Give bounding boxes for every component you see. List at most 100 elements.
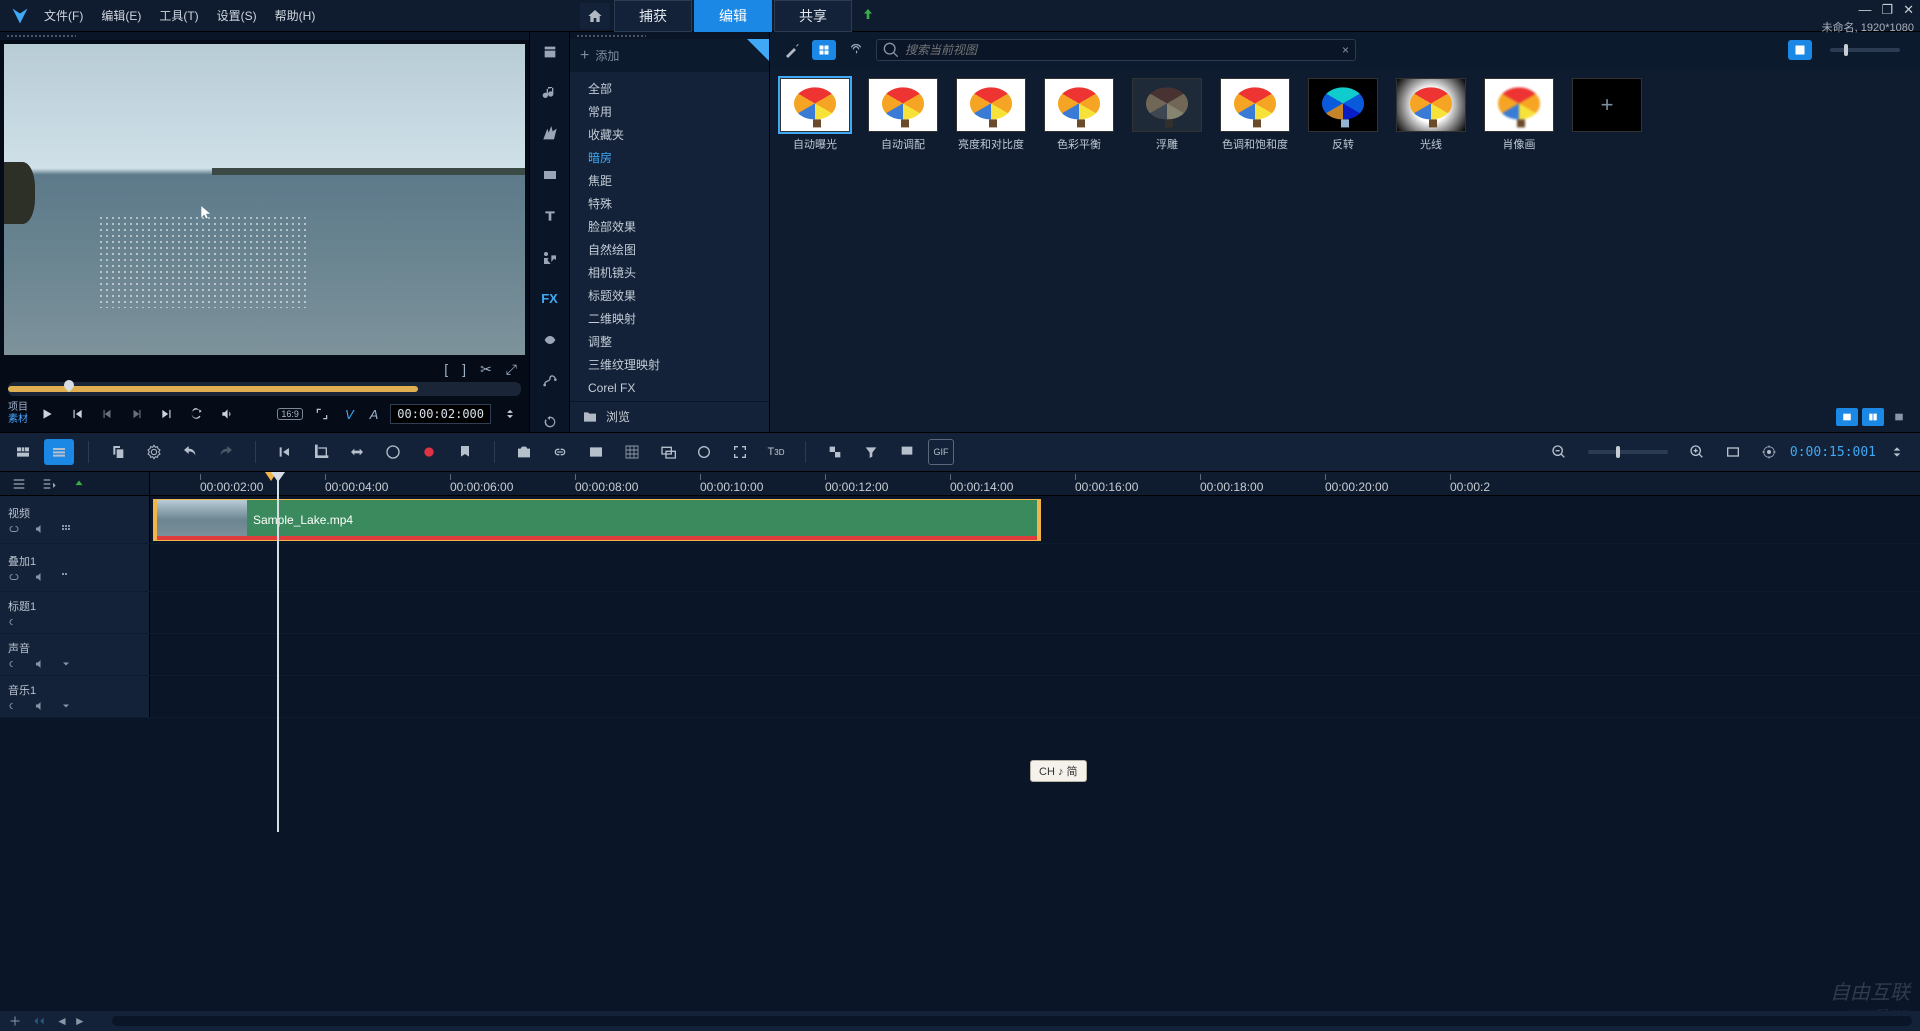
menu-help[interactable]: 帮助(H): [275, 7, 316, 24]
copy-icon[interactable]: [103, 439, 133, 465]
fx-thumb[interactable]: 肖像画: [1484, 78, 1554, 152]
fx-thumb[interactable]: 自动调配: [868, 78, 938, 152]
panel-blue-1-icon[interactable]: [1836, 408, 1858, 426]
fx-thumb[interactable]: 反转: [1308, 78, 1378, 152]
mode-tab-edit[interactable]: 编辑: [694, 0, 772, 32]
marker-icon[interactable]: [450, 439, 480, 465]
playhead[interactable]: [277, 472, 279, 832]
mute-icon[interactable]: [34, 658, 46, 670]
fx-thumb[interactable]: 色调和饱和度: [1220, 78, 1290, 152]
speed-icon[interactable]: [378, 439, 408, 465]
signal-icon[interactable]: [844, 40, 868, 60]
track-lane[interactable]: [150, 634, 1920, 675]
cat-common[interactable]: 常用: [570, 101, 769, 124]
timeline-ruler[interactable]: 00:00:02:00 00:00:04:00 00:00:06:00 00:0…: [150, 472, 1920, 495]
settings-icon[interactable]: [139, 439, 169, 465]
export-frame-icon[interactable]: [892, 439, 922, 465]
stretch-icon[interactable]: [342, 439, 372, 465]
wand-icon[interactable]: [780, 40, 804, 60]
preview-scrubber[interactable]: [8, 382, 521, 396]
go-start-button[interactable]: [66, 403, 88, 425]
tc-step-icon[interactable]: [1882, 439, 1912, 465]
step-fwd-button[interactable]: [126, 403, 148, 425]
redo-icon[interactable]: [211, 439, 241, 465]
loop-button[interactable]: [186, 403, 208, 425]
thumb-size-slider[interactable]: [1830, 48, 1900, 52]
play-button[interactable]: [36, 403, 58, 425]
pin-corner-icon[interactable]: [747, 39, 769, 61]
link-icon[interactable]: [8, 700, 20, 712]
storyboard-view-icon[interactable]: [8, 439, 38, 465]
scroll-next-icon[interactable]: ►: [74, 1014, 86, 1028]
lib-path-icon[interactable]: [538, 372, 562, 391]
lib-media-icon[interactable]: [538, 42, 562, 61]
link-icon[interactable]: [8, 658, 20, 670]
focus-icon[interactable]: [725, 439, 755, 465]
add-track-icon[interactable]: [8, 1015, 22, 1027]
overlay-box-icon[interactable]: [653, 439, 683, 465]
grid-icon[interactable]: [60, 523, 72, 535]
preview-mode-label[interactable]: 项目 素材: [8, 402, 28, 426]
cat-adjust[interactable]: 调整: [570, 331, 769, 354]
circle-icon[interactable]: [689, 439, 719, 465]
mark-in-icon[interactable]: [: [444, 361, 448, 378]
timeline-clip[interactable]: Sample_Lake.mp4: [153, 499, 1041, 541]
trim-in-icon[interactable]: [270, 439, 300, 465]
fx-thumb[interactable]: 色彩平衡: [1044, 78, 1114, 152]
menu-tools[interactable]: 工具(T): [159, 7, 198, 24]
mute-icon[interactable]: [34, 523, 46, 535]
cat-face[interactable]: 脸部效果: [570, 216, 769, 239]
mode-tab-share[interactable]: 共享: [774, 0, 852, 32]
link-icon[interactable]: [8, 571, 20, 583]
track-lane[interactable]: Sample_Lake.mp4: [150, 496, 1920, 543]
cat-favorites[interactable]: 收藏夹: [570, 124, 769, 147]
link-icon[interactable]: [8, 616, 20, 628]
panel-blue-2-icon[interactable]: [1862, 408, 1884, 426]
grid-icon[interactable]: [60, 571, 72, 583]
grid-view-icon[interactable]: [812, 40, 836, 60]
fx-thumb[interactable]: 自动曝光: [780, 78, 850, 152]
cat-darkroom[interactable]: 暗房: [570, 147, 769, 170]
add-label[interactable]: 添加: [595, 47, 619, 64]
mode-tab-capture[interactable]: 捕获: [614, 0, 692, 32]
zoom-in-icon[interactable]: [1682, 439, 1712, 465]
fit-icon[interactable]: [1718, 439, 1748, 465]
preview-timecode[interactable]: 00:00:02:000: [390, 404, 491, 424]
link-icon[interactable]: [8, 523, 20, 535]
fx-thumb[interactable]: 亮度和对比度: [956, 78, 1026, 152]
fx-add-thumb[interactable]: +: [1572, 78, 1642, 152]
record-icon[interactable]: [414, 439, 444, 465]
lib-transition-icon[interactable]: [538, 124, 562, 143]
window-close[interactable]: ✕: [1903, 2, 1914, 18]
cat-corelfx[interactable]: Corel FX: [570, 377, 769, 400]
window-minimize[interactable]: —: [1858, 2, 1871, 18]
upload-icon[interactable]: [860, 7, 876, 26]
fx-thumb[interactable]: 光线: [1396, 78, 1466, 152]
browse-icon[interactable]: [582, 409, 598, 425]
mute-icon[interactable]: [34, 700, 46, 712]
ruler-menu2-icon[interactable]: [38, 475, 60, 493]
expand-icon[interactable]: ⤢: [506, 361, 517, 378]
tc-stepper-icon[interactable]: [499, 403, 521, 425]
menu-settings[interactable]: 设置(S): [217, 7, 257, 24]
add-icon[interactable]: +: [580, 47, 589, 65]
go-end-button[interactable]: [156, 403, 178, 425]
ruler-up-icon[interactable]: [68, 475, 90, 493]
search-clear-icon[interactable]: ×: [1342, 43, 1349, 57]
lib-title-ab-icon[interactable]: [538, 166, 562, 185]
va-a[interactable]: A: [370, 407, 379, 422]
track-lane[interactable]: [150, 676, 1920, 717]
panel-grey-icon[interactable]: [1888, 408, 1910, 426]
chevron-down-icon[interactable]: [60, 658, 72, 670]
horizontal-scrollbar[interactable]: [112, 1016, 1912, 1026]
scroll-prev-icon[interactable]: ◄: [56, 1014, 68, 1028]
track-lane[interactable]: [150, 592, 1920, 633]
cat-focus[interactable]: 焦距: [570, 170, 769, 193]
window-maximize[interactable]: ❐: [1881, 2, 1893, 18]
timeline-view-icon[interactable]: [44, 439, 74, 465]
cat-special[interactable]: 特殊: [570, 193, 769, 216]
cat-3d[interactable]: 三维纹理映射: [570, 354, 769, 377]
search-input[interactable]: [905, 43, 1336, 57]
scroll-left-icon[interactable]: [28, 1014, 50, 1028]
fx-thumb[interactable]: 浮雕: [1132, 78, 1202, 152]
